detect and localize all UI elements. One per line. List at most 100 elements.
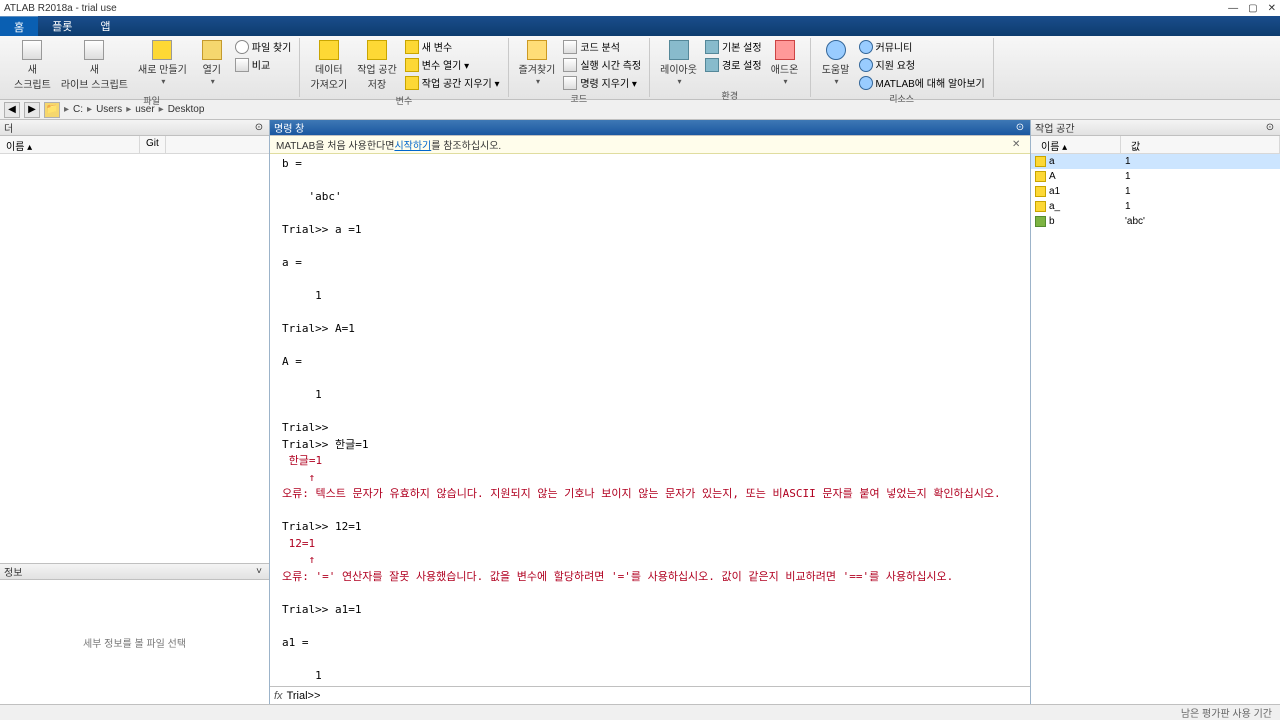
fx-icon[interactable]: fx bbox=[274, 690, 283, 702]
folder-list[interactable] bbox=[0, 154, 269, 563]
command-window-panel: 명령 창 ⊙ MATLAB을 처음 사용한다면 시작하기 를 참조하십시오. ✕… bbox=[270, 120, 1030, 704]
run-time-button[interactable]: 실행 시간 측정 bbox=[561, 56, 643, 73]
group-environment: 레이아웃 기본 설정 경로 설정 애드온 환경 bbox=[650, 38, 810, 97]
var-value: 1 bbox=[1121, 156, 1280, 167]
new-live-script-button[interactable]: 새 라이브 스크립트 bbox=[57, 38, 132, 93]
addons-button[interactable]: 애드온 bbox=[766, 38, 804, 88]
workspace-row[interactable]: a1 1 bbox=[1031, 184, 1280, 199]
cmd-line bbox=[282, 618, 1018, 635]
info-header[interactable]: 정보 ˅ bbox=[0, 564, 269, 580]
cmd-line: Trial>> 한글=1 bbox=[282, 437, 1018, 454]
compare-button[interactable]: 비교 bbox=[233, 56, 294, 73]
var-value: 'abc' bbox=[1121, 216, 1280, 227]
getting-started-link[interactable]: 시작하기 bbox=[394, 137, 431, 152]
workspace-columns: 이름 ▴ 값 bbox=[1031, 136, 1280, 154]
cmd-line: Trial>> 12=1 bbox=[282, 519, 1018, 536]
minimize-icon[interactable]: — bbox=[1228, 3, 1238, 14]
ws-col-name[interactable]: 이름 ▴ bbox=[1031, 136, 1121, 153]
workspace-row[interactable]: A1 bbox=[1031, 169, 1280, 184]
close-icon[interactable]: ✕ bbox=[1268, 3, 1276, 14]
favorites-button[interactable]: 즐겨찾기 bbox=[515, 38, 560, 88]
current-folder-header[interactable]: 더 ⊙ bbox=[0, 120, 269, 136]
variable-icon bbox=[1035, 156, 1046, 167]
analyze-code-button[interactable]: 코드 분석 bbox=[561, 38, 643, 55]
community-button[interactable]: 커뮤니티 bbox=[857, 38, 987, 55]
command-output[interactable]: b = 'abc' Trial>> a =1 a = 1 Trial>> A=1… bbox=[270, 154, 1030, 686]
new-menu-button[interactable]: 새로 만들기 bbox=[134, 38, 191, 88]
var-name: a1 bbox=[1049, 186, 1060, 197]
open-var-button[interactable]: 변수 열기 ▾ bbox=[403, 56, 502, 73]
folder-columns: 이름 ▴ Git bbox=[0, 136, 269, 154]
info-body: 세부 정보를 볼 파일 선택 bbox=[0, 580, 269, 704]
request-support-button[interactable]: 지원 요청 bbox=[857, 56, 987, 73]
set-path-button[interactable]: 경로 설정 bbox=[703, 56, 764, 73]
workspace-list[interactable]: a1A1a11a_1b'abc' bbox=[1031, 154, 1280, 704]
workspace-row[interactable]: b 'abc' bbox=[1031, 214, 1280, 229]
panel-menu-icon[interactable]: ⊙ bbox=[253, 122, 265, 134]
new-var-button[interactable]: 새 변수 bbox=[403, 38, 502, 55]
cmd-line: 한글=1 bbox=[282, 453, 1018, 470]
banner-close-icon[interactable]: ✕ bbox=[1012, 139, 1024, 151]
cmd-line: a = bbox=[282, 255, 1018, 272]
cmd-line: 오류: 텍스트 문자가 유효하지 않습니다. 지원되지 않는 기호나 보이지 않… bbox=[282, 486, 1018, 503]
getting-started-banner: MATLAB을 처음 사용한다면 시작하기 를 참조하십시오. ✕ bbox=[270, 136, 1030, 154]
path-drive[interactable]: C: bbox=[73, 104, 83, 115]
col-git[interactable]: Git bbox=[140, 136, 166, 153]
cmd-line: 'abc' bbox=[282, 189, 1018, 206]
toolstrip: 새 스크립트 새 라이브 스크립트 새로 만들기 열기 파일 찾기 비교 파일 … bbox=[0, 36, 1280, 100]
var-name: A bbox=[1049, 171, 1056, 182]
workspace-row[interactable]: a_1 bbox=[1031, 199, 1280, 214]
group-resources: 도움말 커뮤니티 지원 요청 MATLAB에 대해 알아보기 리소스 bbox=[811, 38, 994, 97]
cmd-line: 1 bbox=[282, 288, 1018, 305]
cmd-line: Trial>> A=1 bbox=[282, 321, 1018, 338]
cmd-line: A = bbox=[282, 354, 1018, 371]
cmd-line bbox=[282, 371, 1018, 388]
window-title: ATLAB R2018a - trial use bbox=[4, 3, 117, 14]
cmd-line: 12=1 bbox=[282, 536, 1018, 553]
find-files-button[interactable]: 파일 찾기 bbox=[233, 38, 294, 55]
workspace-header[interactable]: 작업 공간 ⊙ bbox=[1031, 120, 1280, 136]
back-button[interactable]: ◀ bbox=[4, 102, 20, 118]
up-button[interactable]: 📁 bbox=[44, 102, 60, 118]
var-value: 1 bbox=[1121, 186, 1280, 197]
path-seg-users[interactable]: Users bbox=[96, 104, 122, 115]
save-workspace-button[interactable]: 작업 공간 저장 bbox=[353, 38, 401, 93]
clear-cmd-button[interactable]: 명령 지우기 ▾ bbox=[561, 74, 643, 91]
left-panel: 더 ⊙ 이름 ▴ Git 정보 ˅ 세부 정보를 볼 파일 선택 bbox=[0, 120, 270, 704]
cmd-line bbox=[282, 404, 1018, 421]
layout-button[interactable]: 레이아웃 bbox=[656, 38, 701, 88]
cmd-line: Trial>> a =1 bbox=[282, 222, 1018, 239]
workspace-row[interactable]: a1 bbox=[1031, 154, 1280, 169]
statusbar: 남은 평가판 사용 기간 bbox=[0, 704, 1280, 720]
forward-button[interactable]: ▶ bbox=[24, 102, 40, 118]
open-button[interactable]: 열기 bbox=[193, 38, 231, 88]
maximize-icon[interactable]: ▢ bbox=[1248, 3, 1257, 14]
help-button[interactable]: 도움말 bbox=[817, 38, 855, 88]
variable-icon bbox=[1035, 186, 1046, 197]
tab-home[interactable]: 홈 bbox=[0, 16, 38, 36]
tab-app[interactable]: 앱 bbox=[86, 16, 124, 36]
cmd-line: Trial>> a1=1 bbox=[282, 602, 1018, 619]
path-seg-desktop[interactable]: Desktop bbox=[168, 104, 205, 115]
ws-col-value[interactable]: 값 bbox=[1121, 136, 1280, 153]
titlebar: ATLAB R2018a - trial use — ▢ ✕ bbox=[0, 0, 1280, 16]
clear-workspace-button[interactable]: 작업 공간 지우기 ▾ bbox=[403, 74, 502, 91]
learn-matlab-button[interactable]: MATLAB에 대해 알아보기 bbox=[857, 74, 987, 91]
preferences-button[interactable]: 기본 설정 bbox=[703, 38, 764, 55]
variable-icon bbox=[1035, 201, 1046, 212]
command-window-header[interactable]: 명령 창 ⊙ bbox=[270, 120, 1030, 136]
path-bar: ◀ ▶ 📁 ▸ C: ▸ Users ▸ user ▸ Desktop bbox=[0, 100, 1280, 120]
info-collapse-icon[interactable]: ˅ bbox=[253, 566, 265, 578]
workspace-menu-icon[interactable]: ⊙ bbox=[1264, 122, 1276, 134]
cmd-line: Trial>> bbox=[282, 420, 1018, 437]
main-tabbar: 홈 플롯 앱 ◧ ✂ ⧉ 📋 ↶ ? 🔍 bbox=[0, 16, 1280, 36]
tab-plot[interactable]: 플롯 bbox=[38, 16, 86, 36]
cmd-line: 1 bbox=[282, 668, 1018, 685]
import-data-button[interactable]: 데이터 가져오기 bbox=[306, 38, 351, 93]
col-name[interactable]: 이름 ▴ bbox=[0, 136, 140, 153]
command-prompt-row[interactable]: fx Trial>> bbox=[270, 686, 1030, 704]
cmd-line: a1 = bbox=[282, 635, 1018, 652]
var-name: b bbox=[1049, 216, 1055, 227]
new-script-button[interactable]: 새 스크립트 bbox=[10, 38, 55, 93]
cmd-menu-icon[interactable]: ⊙ bbox=[1014, 122, 1026, 134]
